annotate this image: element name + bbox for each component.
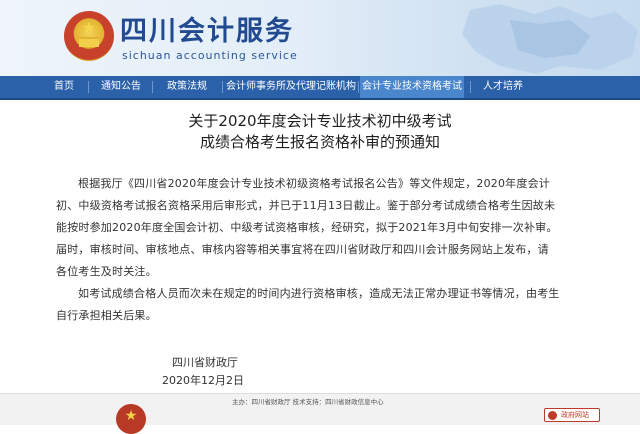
paragraph-line: 各位考生及时关注。 bbox=[56, 265, 157, 278]
paragraph-line: 初、中级资格考试报名资格采用后审形式，并已于11月13日截止。鉴于部分考试成绩合… bbox=[56, 199, 556, 212]
nav-item-home[interactable]: 首页 bbox=[44, 76, 84, 98]
page-footer: ★ 主办：四川省财政厅 技术支持：四川省财政信息中心 政府网站 bbox=[0, 393, 640, 434]
gov-site-badge[interactable]: 政府网站 bbox=[544, 408, 600, 422]
signature-org: 四川省财政厅 bbox=[172, 356, 238, 369]
nav-divider bbox=[470, 81, 471, 93]
signature-date: 2020年12月2日 bbox=[162, 374, 244, 387]
site-title[interactable]: 四川会计服务 bbox=[120, 17, 294, 47]
site-subtitle: sichuan accounting service bbox=[122, 49, 298, 62]
nav-item-talent[interactable]: 人才培养 bbox=[476, 76, 530, 98]
article-paragraph-1: 根据我厅《四川省2020年度会计专业技术初级资格考试报名公告》等文件规定，202… bbox=[56, 173, 596, 283]
national-emblem-icon[interactable]: ★ bbox=[64, 11, 114, 61]
main-nav: 首页 通知公告 政策法规 会计师事务所及代理记账机构 会计专业技术资格考试 人才… bbox=[0, 76, 640, 100]
gov-badge-icon bbox=[548, 411, 557, 420]
nav-item-policies[interactable]: 政策法规 bbox=[158, 76, 216, 98]
paragraph-line: 如考试成绩合格人员而次未在规定的时间内进行资格审核，造成无法正常办理证书等情况，… bbox=[78, 287, 560, 300]
site-banner: ★ 四川会计服务 sichuan accounting service bbox=[0, 0, 640, 76]
footer-emblem-icon: ★ bbox=[116, 404, 146, 434]
paragraph-line: 届时，审核时间、审核地点、审核内容等相关事宜将在四川省财政厅和四川会计服务网站上… bbox=[56, 243, 549, 256]
paragraph-line: 能按时参加2020年度全国会计初、中级考试资格审核，经研究，拟于2021年3月中… bbox=[56, 221, 558, 234]
paragraph-line: 自行承担相关后果。 bbox=[56, 309, 157, 322]
paragraph-line: 根据我厅《四川省2020年度会计专业技术初级资格考试报名公告》等文件规定，202… bbox=[78, 177, 550, 190]
gov-badge-label: 政府网站 bbox=[561, 411, 589, 419]
nav-divider bbox=[222, 81, 223, 93]
article-title-line2: 成绩合格考生报名资格补审的预通知 bbox=[199, 133, 440, 151]
nav-divider bbox=[152, 81, 153, 93]
footer-info: 主办：四川省财政厅 技术支持：四川省财政信息中心 bbox=[232, 398, 384, 406]
nav-item-exam[interactable]: 会计专业技术资格考试 bbox=[360, 76, 464, 98]
nav-item-firms[interactable]: 会计师事务所及代理记账机构 bbox=[226, 76, 356, 98]
nav-divider bbox=[88, 81, 89, 93]
sichuan-map-decoration bbox=[462, 4, 638, 74]
nav-divider bbox=[358, 81, 359, 93]
article-title-line1: 关于2020年度会计专业技术初中级考试 bbox=[188, 112, 452, 130]
article-paragraph-2: 如考试成绩合格人员而次未在规定的时间内进行资格审核，造成无法正常办理证书等情况，… bbox=[56, 283, 596, 327]
nav-item-notices[interactable]: 通知公告 bbox=[94, 76, 148, 98]
